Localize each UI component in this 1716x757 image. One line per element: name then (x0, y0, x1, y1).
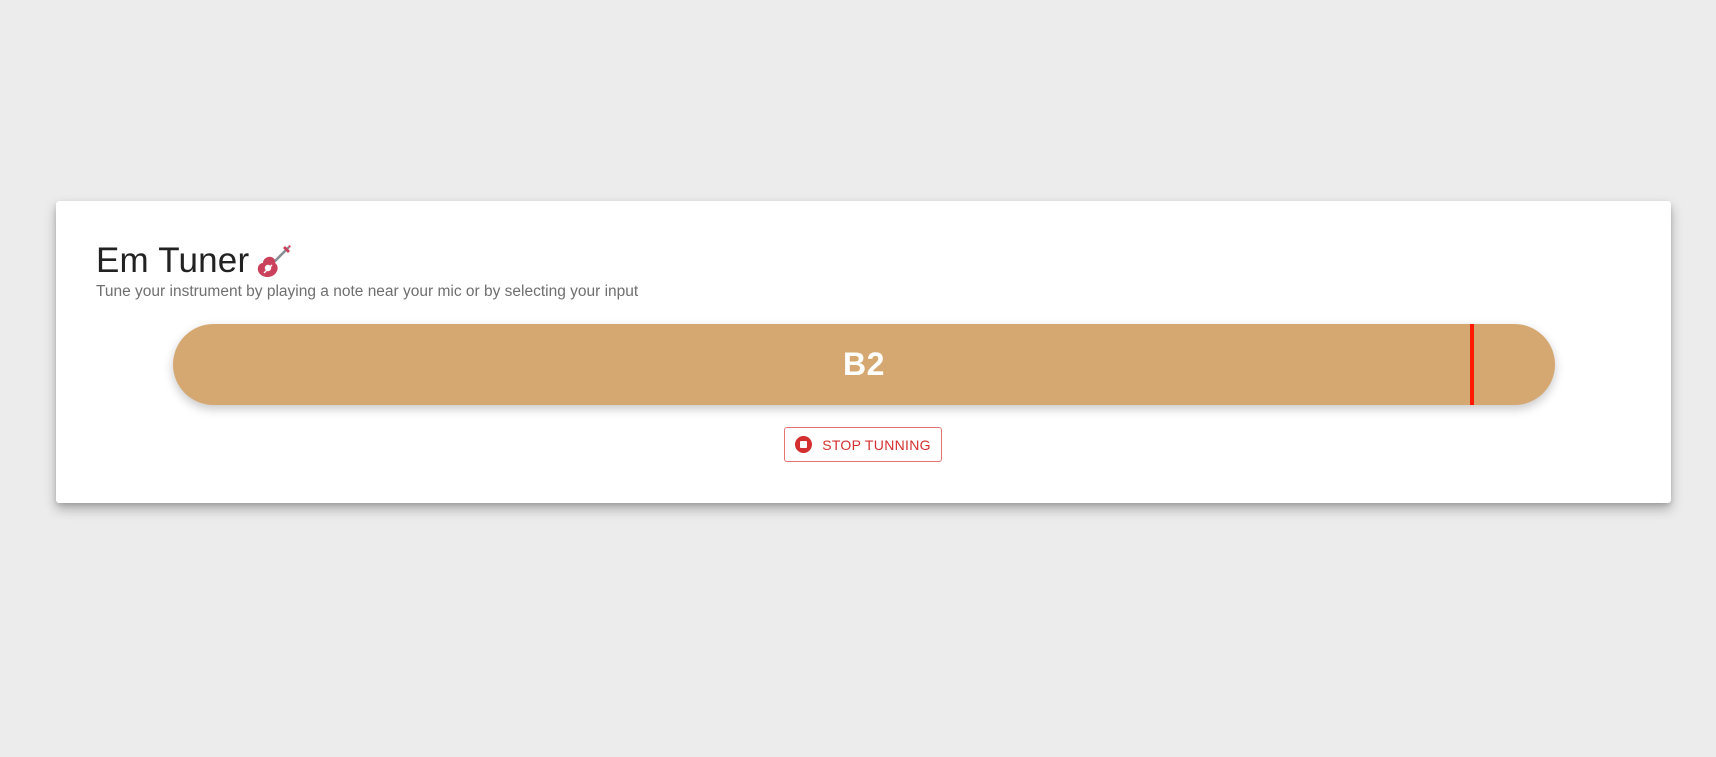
page-title: Em Tuner (96, 241, 250, 280)
tuning-meter: B2 (173, 324, 1555, 405)
note-display: B2 (843, 346, 885, 382)
stop-tuning-label: STOP TUNNING (822, 436, 931, 453)
stop-circle-icon (795, 436, 813, 453)
pitch-needle (1470, 324, 1474, 405)
subtitle: Tune your instrument by playing a note n… (96, 283, 639, 300)
tuner-card: Em Tuner Tune your instrument by playing… (56, 201, 1671, 503)
title-row: Em Tuner (96, 241, 293, 281)
guitar-icon (255, 243, 293, 281)
stop-tuning-button[interactable]: STOP TUNNING (784, 427, 942, 462)
